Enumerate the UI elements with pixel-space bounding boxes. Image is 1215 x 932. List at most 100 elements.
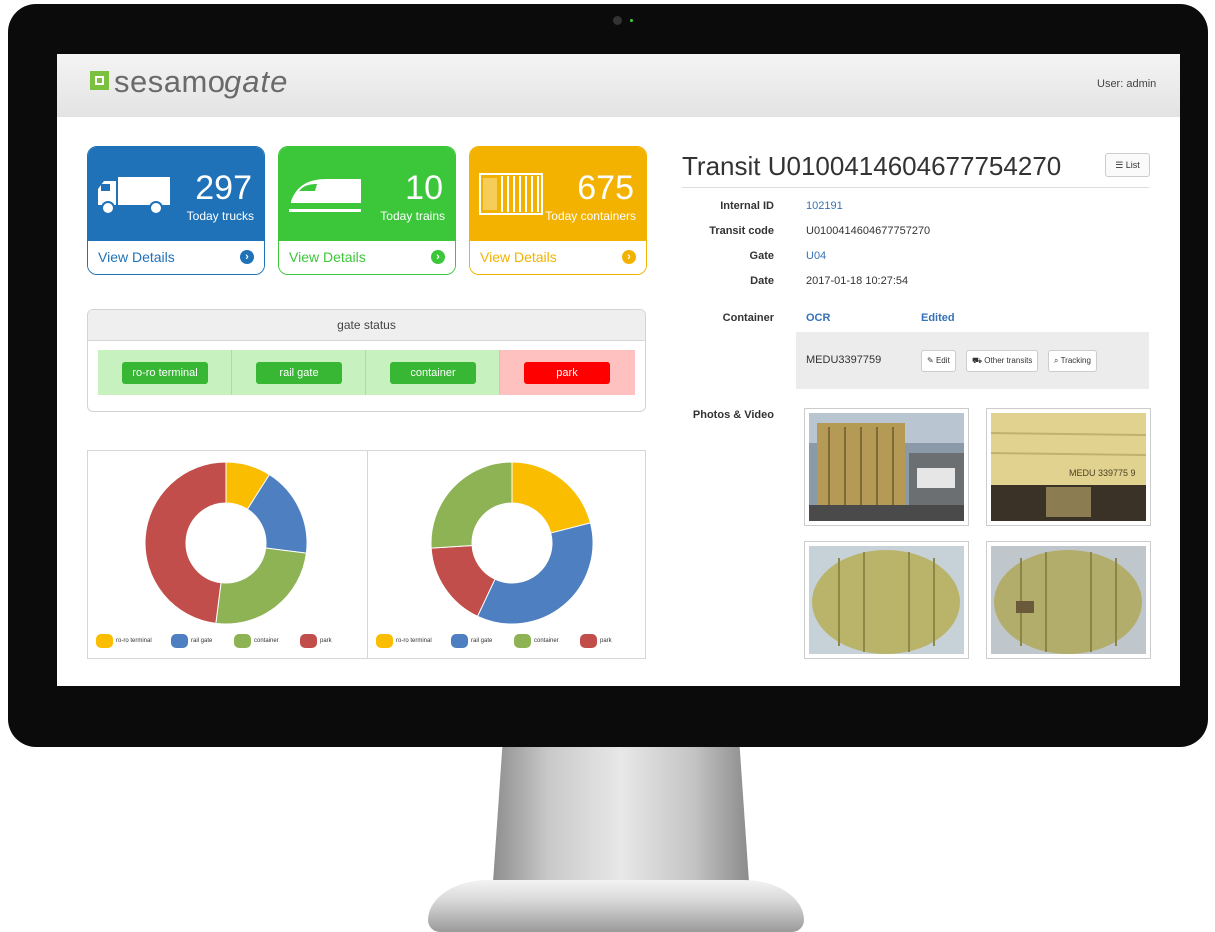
trucks-card-header: 297 Today trucks: [88, 147, 264, 241]
containers-card: 675 Today containers View Details ›: [469, 146, 647, 275]
date-label: Date: [750, 275, 774, 287]
gate-cell-container: container: [366, 350, 500, 395]
legend-label: container: [254, 638, 279, 644]
trucks-count: 297: [195, 169, 252, 207]
logo-square-icon: [90, 71, 109, 90]
trucks-card: 297 Today trucks View Details ›: [87, 146, 265, 275]
photo-thumbnail-2[interactable]: MEDU 339775 9: [986, 408, 1151, 526]
internal-id-link[interactable]: 102191: [806, 200, 843, 212]
tracking-button[interactable]: ⌕ Tracking: [1048, 350, 1097, 372]
arrow-right-icon: ›: [240, 250, 254, 264]
gate-rail-gate-button[interactable]: rail gate: [256, 362, 342, 384]
view-details-link[interactable]: View Details: [98, 249, 175, 265]
trains-card-header: 10 Today trains: [279, 147, 455, 241]
photo-thumbnail-4[interactable]: [986, 541, 1151, 659]
legend-swatch: [514, 634, 531, 648]
internal-id-label: Internal ID: [720, 200, 774, 212]
date-value: 2017-01-18 10:27:54: [806, 275, 909, 287]
panel-divider: [367, 451, 368, 658]
gate-ro-ro-terminal-button[interactable]: ro-ro terminal: [122, 362, 208, 384]
donut-chart-2: [430, 461, 594, 625]
gate-status-title: gate status: [88, 310, 645, 341]
legend-label: rail gate: [191, 638, 213, 644]
container-icon: [479, 173, 543, 215]
photo-container-side-1: [809, 546, 964, 654]
gate-cell-rail-gate: rail gate: [232, 350, 366, 395]
power-led: [630, 19, 633, 22]
train-icon: [289, 179, 361, 212]
top-bar: sesamo gate User: admin: [57, 54, 1180, 117]
donut-chart-1: [144, 461, 308, 625]
gate-link[interactable]: U04: [806, 250, 826, 262]
edit-icon: ✎: [927, 356, 936, 365]
container-row: MEDU3397759 ✎ Edit ⛟ Other transits ⌕ Tr…: [796, 332, 1149, 389]
legend-label: container: [534, 638, 559, 644]
trains-label: Today trains: [380, 209, 445, 223]
legend-swatch: [376, 634, 393, 648]
transit-title: Transit U0100414604677754270: [682, 151, 1062, 181]
gate-label: Gate: [749, 250, 774, 262]
container-label: Container: [722, 312, 774, 324]
view-details-link[interactable]: View Details: [289, 249, 366, 265]
gate-status-panel: gate status ro-ro terminal rail gate con…: [87, 309, 646, 412]
donut-slice-ro-ro-terminal[interactable]: [511, 461, 592, 534]
legend-label: rail gate: [471, 638, 493, 644]
donut-charts-panel: ro-ro terminal rail gate container park …: [87, 450, 646, 659]
container-code: MEDU3397759: [806, 354, 882, 366]
truck-small-icon: ⛟: [972, 356, 985, 365]
legend-label: ro-ro terminal: [396, 638, 432, 644]
donut-slice-park[interactable]: [430, 461, 513, 549]
gate-park-button[interactable]: park: [524, 362, 610, 384]
monitor-stand-base: [428, 880, 804, 932]
transit-code-label: Transit code: [709, 225, 774, 237]
photo-thumbnail-3[interactable]: [804, 541, 969, 659]
photo-container-truck: [809, 413, 964, 521]
edit-button-label: Edit: [935, 356, 950, 365]
monitor-stand: [492, 747, 750, 897]
gate-status-row: ro-ro terminal rail gate container park: [98, 350, 635, 395]
donut-slice-rail-gate[interactable]: [476, 522, 594, 625]
trucks-label: Today trucks: [186, 209, 254, 223]
legend-label: park: [320, 638, 332, 644]
trains-card: 10 Today trains View Details ›: [278, 146, 456, 275]
legend-label: park: [600, 638, 612, 644]
edited-column-header: Edited: [921, 312, 955, 324]
photos-video-label: Photos & Video: [692, 409, 774, 421]
photo-thumbnail-1[interactable]: [804, 408, 969, 526]
tracking-label: Tracking: [1060, 356, 1091, 365]
containers-card-header: 675 Today containers: [470, 147, 646, 241]
legend-swatch: [171, 634, 188, 648]
trucks-view-details[interactable]: View Details ›: [88, 241, 264, 274]
list-button[interactable]: ☰ List: [1105, 153, 1150, 177]
truck-icon: [98, 177, 170, 215]
other-transits-button[interactable]: ⛟ Other transits: [966, 350, 1039, 372]
view-details-link[interactable]: View Details: [480, 249, 557, 265]
photo-container-back: MEDU 339775 9: [991, 413, 1146, 521]
list-button-label: List: [1125, 160, 1140, 170]
other-transits-label: Other transits: [984, 356, 1033, 365]
user-label[interactable]: User: admin: [1097, 78, 1156, 90]
transit-code-value: U0100414604677757270: [806, 225, 931, 237]
logo-text-italic: gate: [224, 64, 289, 99]
list-icon: ☰: [1115, 160, 1126, 170]
gate-container-button[interactable]: container: [390, 362, 476, 384]
legend-swatch: [96, 634, 113, 648]
trains-count: 10: [405, 169, 443, 207]
gate-cell-ro-ro-terminal: ro-ro terminal: [98, 350, 232, 395]
legend-swatch: [234, 634, 251, 648]
photo-container-side-2: [991, 546, 1146, 654]
edit-button[interactable]: ✎ Edit: [921, 350, 956, 372]
containers-label: Today containers: [545, 209, 636, 223]
legend-label: ro-ro terminal: [116, 638, 152, 644]
photo-ocr-text: MEDU 339775 9: [1069, 468, 1136, 478]
legend-swatch: [300, 634, 317, 648]
app-screen: sesamo gate User: admin 297 Today trucks…: [57, 54, 1180, 686]
containers-view-details[interactable]: View Details ›: [470, 241, 646, 274]
gate-cell-park: park: [500, 350, 635, 395]
arrow-right-icon: ›: [431, 250, 445, 264]
donut-slice-park[interactable]: [144, 461, 227, 624]
legend-swatch: [451, 634, 468, 648]
trains-view-details[interactable]: View Details ›: [279, 241, 455, 274]
donut-slice-container[interactable]: [215, 547, 307, 625]
webcam: [613, 16, 622, 25]
